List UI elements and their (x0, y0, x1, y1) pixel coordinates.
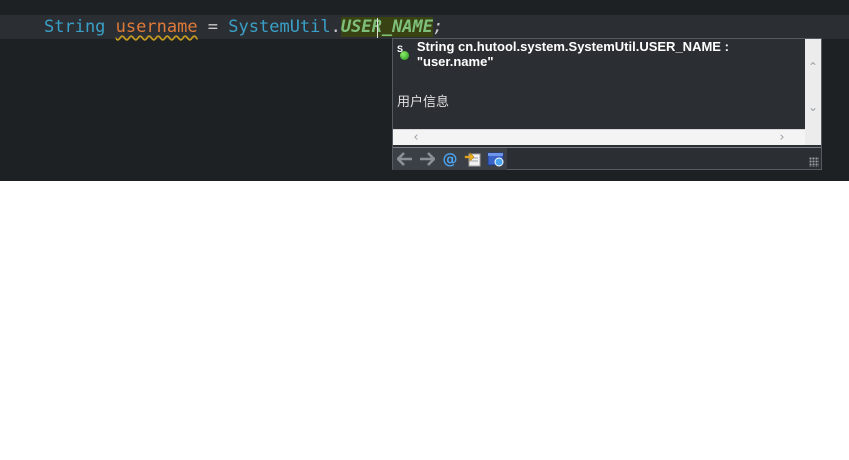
scroll-right-icon[interactable]: › (775, 131, 789, 145)
javadoc-content: S String cn.hutool.system.SystemUtil.USE… (393, 39, 805, 129)
scroll-left-icon[interactable]: ‹ (409, 131, 423, 145)
open-browser-icon[interactable] (486, 150, 506, 168)
type-keyword[interactable]: String (44, 17, 105, 37)
open-declaration-icon[interactable] (463, 150, 483, 168)
vertical-scrollbar[interactable]: ⌃ ⌄ (805, 39, 821, 129)
semicolon: ; (433, 17, 444, 37)
static-field-text: USER_NAME (340, 17, 434, 37)
dot-operator: . (330, 17, 341, 37)
scroll-up-icon[interactable]: ⌃ (807, 61, 819, 73)
popup-toolbar: @ (393, 147, 821, 170)
static-field-icon: S (397, 44, 411, 62)
code-line[interactable]: String username = SystemUtil.USER_NAME; (44, 16, 443, 38)
at-icon[interactable]: @ (440, 150, 460, 168)
field-description: 用户信息 (397, 94, 450, 109)
forward-arrow-icon[interactable] (417, 150, 437, 168)
horizontal-scrollbar[interactable]: ‹ › (393, 129, 805, 145)
variable-name[interactable]: username (116, 17, 198, 37)
code-editor[interactable]: String username = SystemUtil.USER_NAME; … (0, 0, 849, 181)
back-arrow-icon[interactable] (395, 150, 415, 168)
field-signature: String cn.hutool.system.SystemUtil.USER_… (416, 39, 729, 69)
scroll-down-icon[interactable]: ⌄ (807, 101, 819, 113)
resize-grip-icon[interactable] (809, 157, 819, 167)
javadoc-hover-popup[interactable]: S String cn.hutool.system.SystemUtil.USE… (392, 38, 822, 170)
scrollbar-corner (805, 129, 821, 145)
class-name[interactable]: SystemUtil (228, 17, 330, 37)
public-field-dot (400, 51, 409, 60)
field-signature-row: S String cn.hutool.system.SystemUtil.USE… (397, 39, 805, 69)
assign-operator: = (197, 17, 229, 37)
text-caret (376, 18, 378, 38)
static-field[interactable]: USER_NAME (340, 17, 434, 38)
